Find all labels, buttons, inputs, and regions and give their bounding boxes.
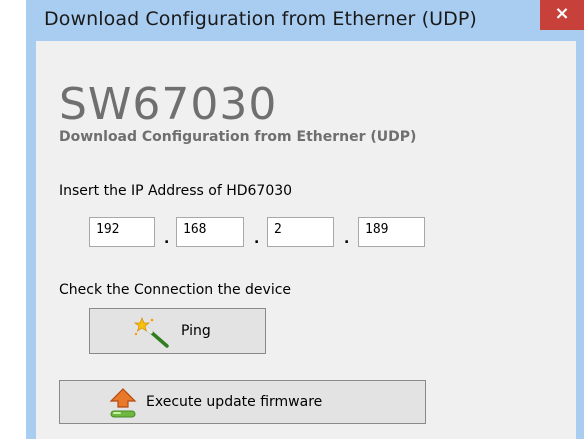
check-connection-label: Check the Connection the device xyxy=(59,282,292,298)
ip-octet-4-input[interactable]: 189 xyxy=(358,217,425,247)
dialog-content: SW67030 Download Configuration from Ethe… xyxy=(36,41,576,439)
app-subtitle: Download Configuration from Etherner (UD… xyxy=(59,129,417,145)
ip-octet-2-input[interactable]: 168 xyxy=(176,217,244,247)
title-bar[interactable]: Download Configuration from Etherner (UD… xyxy=(26,0,584,40)
execute-update-firmware-button[interactable]: Execute update firmware xyxy=(59,380,426,424)
ip-octet-1-input[interactable]: 192 xyxy=(89,217,155,247)
ping-button-label: Ping xyxy=(181,323,211,339)
upload-arrow-icon xyxy=(108,387,138,423)
ping-button[interactable]: Ping xyxy=(89,308,266,354)
close-icon: × xyxy=(554,3,570,24)
ip-address-label: Insert the IP Address of HD67030 xyxy=(59,183,293,199)
dialog-window: Download Configuration from Etherner (UD… xyxy=(26,0,584,439)
app-name: SW67030 xyxy=(59,79,278,130)
ip-octet-3-input[interactable]: 2 xyxy=(267,217,334,247)
window-title: Download Configuration from Etherner (UD… xyxy=(44,8,477,30)
execute-update-firmware-label: Execute update firmware xyxy=(146,394,323,410)
magic-wand-icon xyxy=(133,317,172,353)
ip-separator: . xyxy=(164,231,170,247)
ip-separator: . xyxy=(254,231,260,247)
close-button[interactable]: × xyxy=(540,0,584,30)
ip-separator: . xyxy=(344,231,350,247)
